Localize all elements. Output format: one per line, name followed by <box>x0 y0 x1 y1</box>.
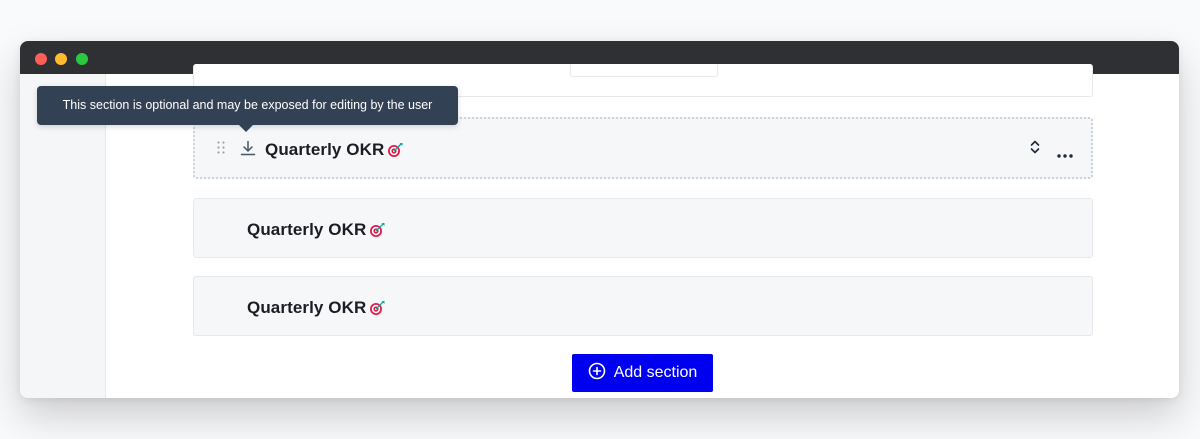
zoom-window-button[interactable] <box>76 53 88 65</box>
minimize-window-button[interactable] <box>55 53 67 65</box>
section-title: Quarterly OKR <box>247 220 386 243</box>
section-card[interactable]: Quarterly OKR <box>193 198 1093 258</box>
tooltip-arrow <box>239 125 253 132</box>
chevron-up-down-icon[interactable] <box>1029 139 1041 160</box>
drag-handle-icon[interactable] <box>217 141 225 159</box>
optional-section-tooltip: This section is optional and may be expo… <box>37 86 458 125</box>
optional-section-download-icon[interactable] <box>239 139 257 162</box>
add-section-button[interactable]: Add section <box>572 354 713 392</box>
section-title: Quarterly OKR <box>265 140 404 163</box>
dart-target-icon <box>387 142 404 163</box>
section-card-active[interactable]: Quarterly OKR <box>193 117 1093 179</box>
section-field-stub <box>570 64 718 77</box>
section-title: Quarterly OKR <box>247 298 386 321</box>
close-window-button[interactable] <box>35 53 47 65</box>
dart-target-icon <box>369 300 386 321</box>
more-options-icon[interactable] <box>1057 145 1073 163</box>
section-card[interactable]: Quarterly OKR <box>193 276 1093 336</box>
add-section-label: Add section <box>613 364 698 381</box>
plus-circle-icon <box>588 362 606 385</box>
dart-target-icon <box>369 222 386 243</box>
